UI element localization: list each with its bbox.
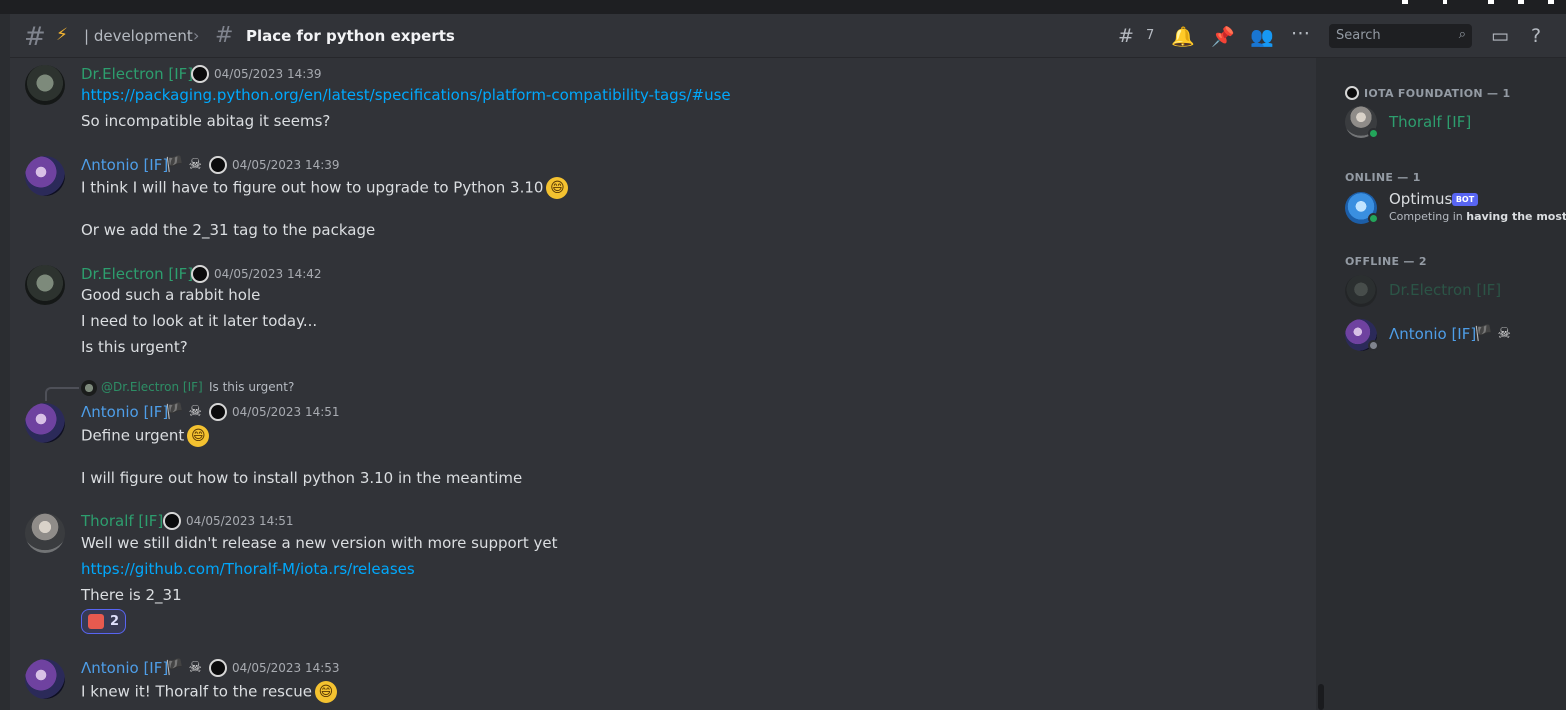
message-text-content: Define urgent <box>81 426 185 445</box>
avatar[interactable] <box>25 403 65 443</box>
section-header-iota-foundation: IOTA FOUNDATION — 1 <box>1364 87 1511 100</box>
username[interactable]: Thoralf [IF] <box>81 512 163 530</box>
grinning-emoji-icon: 😄 <box>187 425 210 447</box>
reaction-emoji-icon <box>88 614 104 629</box>
search-icon: ⌕ <box>1458 27 1466 42</box>
window-control-icon[interactable] <box>1443 0 1447 4</box>
message-link[interactable]: https://packaging.python.org/en/latest/s… <box>81 86 731 104</box>
chevron-right-icon: › <box>193 26 200 45</box>
chat-scrollbar[interactable] <box>1316 58 1326 710</box>
reply-author[interactable]: @Dr.Electron [IF] <box>101 380 203 394</box>
thread-title: Place for python experts <box>246 27 455 45</box>
maximize-icon[interactable] <box>1518 0 1524 4</box>
reply-spine <box>45 387 79 401</box>
member-name[interactable]: Dr.Electron [IF] <box>1389 281 1501 299</box>
message-text: Is this urgent? <box>81 338 188 356</box>
section-header-offline: OFFLINE — 2 <box>1345 255 1427 268</box>
message-list: Dr.Electron [IF] 04/05/2023 14:39 https:… <box>10 58 1316 710</box>
reply-preview-text[interactable]: Is this urgent? <box>209 380 294 394</box>
bolt-emoji: ⚡ <box>56 25 68 45</box>
member-list: IOTA FOUNDATION — 1 Thoralf [IF] ONLINE … <box>1326 58 1566 710</box>
reaction-button[interactable]: 2 <box>81 609 126 634</box>
message-text: I think I will have to figure out how to… <box>81 177 569 199</box>
iota-badge-icon <box>209 659 227 677</box>
timestamp: 04/05/2023 14:51 <box>232 405 340 419</box>
member-activity-prefix: Competing in <box>1389 210 1467 223</box>
iota-badge-icon <box>1345 86 1359 100</box>
member-list-icon[interactable]: 👥 <box>1250 25 1274 48</box>
message-text: Define urgent 😄 <box>81 425 210 447</box>
member-name[interactable]: Λntonio [IF] <box>1389 325 1476 343</box>
member-activity: Competing in having the most... <box>1389 210 1566 223</box>
member-activity-name: having the most... <box>1466 210 1566 223</box>
timestamp: 04/05/2023 14:42 <box>214 267 322 281</box>
message-text-content: I knew it! Thoralf to the rescue <box>81 682 312 701</box>
message-link[interactable]: https://github.com/Thoralf-M/iota.rs/rel… <box>81 560 415 578</box>
message-text: Good such a rabbit hole <box>81 286 261 304</box>
search-input[interactable]: Search ⌕ <box>1329 24 1472 48</box>
avatar[interactable] <box>25 156 65 196</box>
message-text: I will figure out how to install python … <box>81 469 523 487</box>
iota-badge-icon <box>209 156 227 174</box>
message-text: I need to look at it later today... <box>81 312 318 330</box>
scroll-thumb[interactable] <box>1318 684 1324 710</box>
bell-icon[interactable]: 🔔 <box>1171 25 1195 48</box>
offline-status-icon <box>1368 340 1379 351</box>
grinning-emoji-icon: 😄 <box>314 681 337 703</box>
timestamp: 04/05/2023 14:39 <box>214 67 322 81</box>
iota-badge-icon <box>209 403 227 421</box>
bot-tag: BOT <box>1452 193 1478 206</box>
online-status-icon <box>1368 213 1379 224</box>
message-text: Well we still didn't release a new versi… <box>81 534 558 552</box>
threads-icon[interactable]: # <box>1118 25 1134 47</box>
flag-emoji: 🏴 ☠ <box>165 658 202 676</box>
threads-count[interactable]: 7 <box>1146 28 1154 43</box>
username[interactable]: Dr.Electron [IF] <box>81 265 193 283</box>
avatar[interactable] <box>25 265 65 305</box>
message-text: So incompatible abitag it seems? <box>81 112 331 130</box>
window-titlebar <box>0 0 1566 14</box>
close-icon[interactable] <box>1548 0 1554 4</box>
iota-badge-icon <box>163 512 181 530</box>
username[interactable]: Dr.Electron [IF] <box>81 65 193 83</box>
member-name[interactable]: Optimus <box>1389 190 1452 208</box>
parent-channel-name[interactable]: | development <box>84 27 193 45</box>
more-options-icon[interactable]: ⋯ <box>1291 22 1310 44</box>
inbox-icon[interactable]: ▭ <box>1491 25 1509 47</box>
flag-emoji: 🏴 ☠ <box>1474 324 1511 342</box>
message-text: I knew it! Thoralf to the rescue 😄 <box>81 681 337 703</box>
timestamp: 04/05/2023 14:51 <box>186 514 294 528</box>
channel-hash-icon: # <box>24 22 46 52</box>
iota-badge-icon <box>191 65 209 83</box>
search-placeholder: Search <box>1336 28 1381 43</box>
minimize-icon[interactable] <box>1488 0 1494 4</box>
grinning-emoji-icon: 😄 <box>546 177 569 199</box>
username[interactable]: Λntonio [IF] <box>81 403 168 421</box>
online-status-icon <box>1368 128 1379 139</box>
help-icon[interactable]: ? <box>1531 25 1541 47</box>
iota-badge-icon <box>191 265 209 283</box>
flag-emoji: 🏴 ☠ <box>165 155 202 173</box>
flag-emoji: 🏴 ☠ <box>165 402 202 420</box>
thread-icon: # <box>215 23 234 48</box>
message-text: There is 2_31 <box>81 586 182 604</box>
member-name[interactable]: Thoralf [IF] <box>1389 113 1471 131</box>
reaction-count: 2 <box>110 614 120 629</box>
pin-icon[interactable]: 📌 <box>1211 25 1235 48</box>
channel-header: # ⚡ | development › # Place for python e… <box>10 14 1566 58</box>
message-text-content: I think I will have to figure out how to… <box>81 178 544 197</box>
avatar[interactable] <box>25 65 65 105</box>
window-control-icon[interactable] <box>1402 0 1408 4</box>
timestamp: 04/05/2023 14:39 <box>232 158 340 172</box>
message-text: Or we add the 2_31 tag to the package <box>81 221 376 239</box>
section-header-online: ONLINE — 1 <box>1345 171 1421 184</box>
avatar[interactable] <box>25 513 65 553</box>
server-sidebar-edge <box>0 14 10 710</box>
timestamp: 04/05/2023 14:53 <box>232 661 340 675</box>
reply-avatar[interactable] <box>81 380 97 396</box>
username[interactable]: Λntonio [IF] <box>81 659 168 677</box>
member-avatar[interactable] <box>1345 275 1377 307</box>
avatar[interactable] <box>25 659 65 699</box>
username[interactable]: Λntonio [IF] <box>81 156 168 174</box>
